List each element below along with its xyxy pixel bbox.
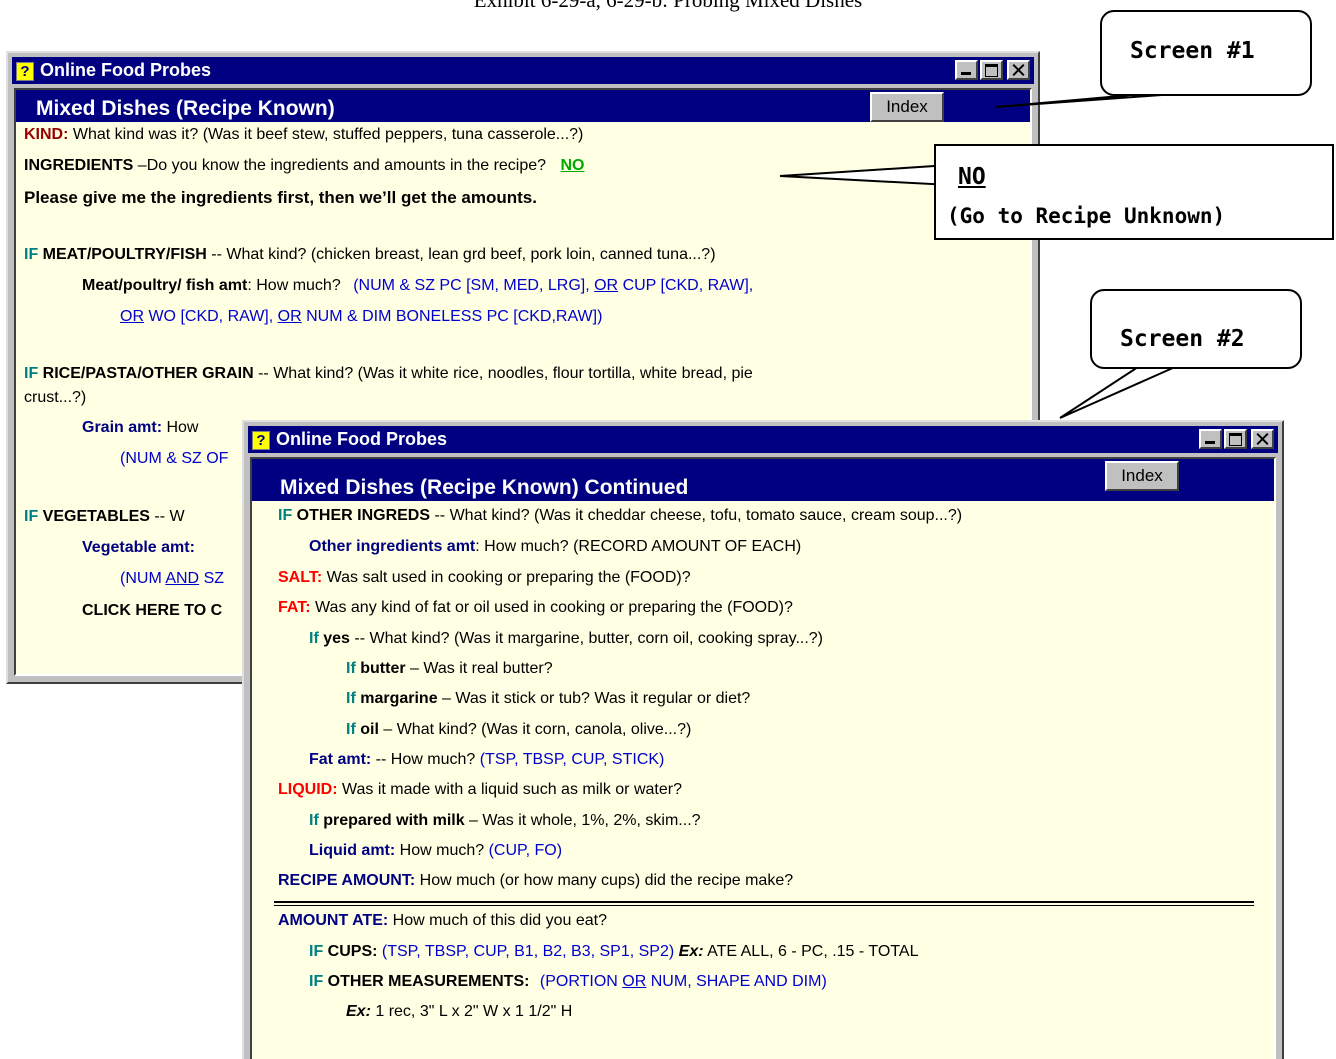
no-callout-title: NO <box>958 164 986 190</box>
screen2-callout-tail <box>1059 366 1176 419</box>
no-callout-text: (Go to Recipe Unknown) <box>947 204 1226 228</box>
no-callout-tail <box>779 163 951 187</box>
screen1-callout: Screen #1 <box>1100 10 1312 96</box>
screen2-callout: Screen #2 <box>1090 289 1302 369</box>
screen1-callout-text: Screen #1 <box>1130 38 1255 64</box>
no-callout: NO (Go to Recipe Unknown) <box>934 144 1334 240</box>
screen2-callout-text: Screen #2 <box>1120 326 1245 352</box>
